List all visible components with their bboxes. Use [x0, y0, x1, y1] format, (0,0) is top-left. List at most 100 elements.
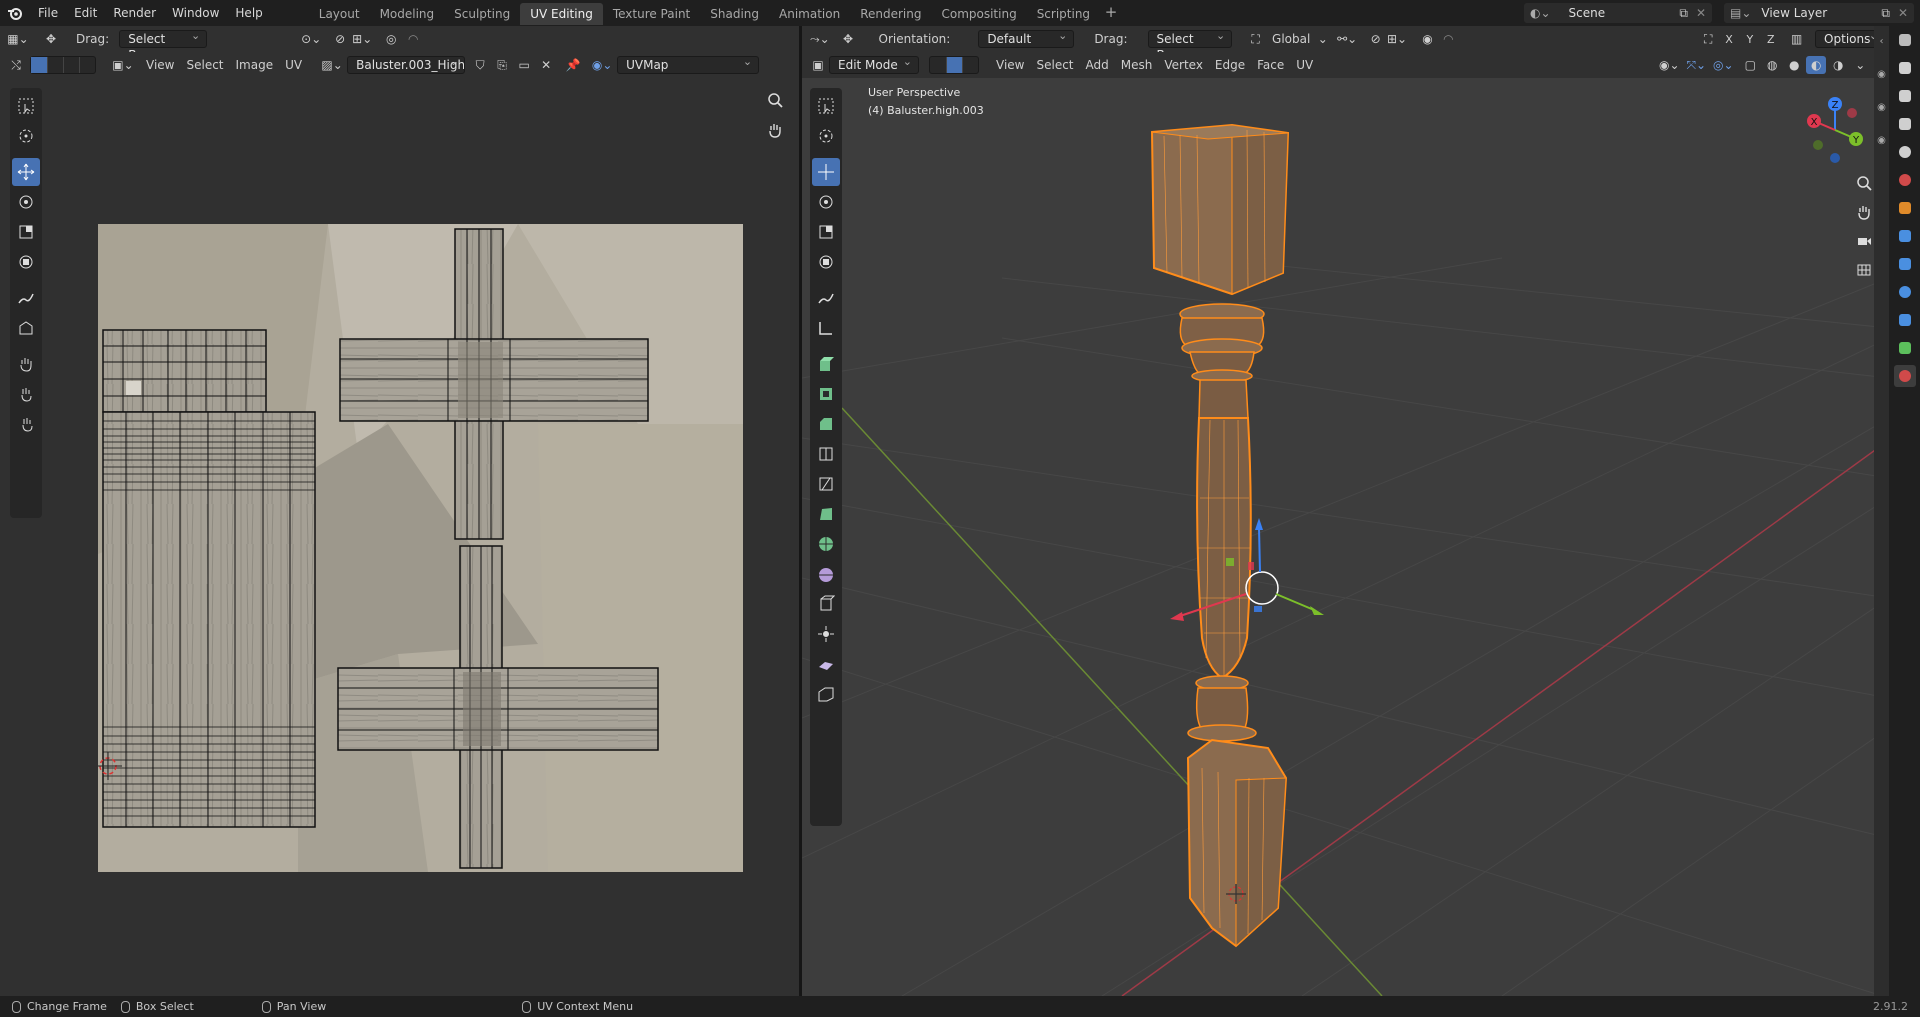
move-tool-icon[interactable]: [812, 158, 840, 186]
menu-view[interactable]: View: [990, 58, 1030, 72]
tab-compositing[interactable]: Compositing: [931, 3, 1026, 25]
view-layer-selector[interactable]: ▤⌄ View Layer ⧉ ✕: [1724, 3, 1914, 23]
pin-icon[interactable]: 📌: [563, 56, 583, 74]
pivot-point-icon[interactable]: ⚯⌄: [1337, 30, 1357, 48]
uv-island-shaft[interactable]: [102, 411, 316, 828]
uv-island-base-top[interactable]: [102, 329, 267, 413]
visibility-icon[interactable]: ◉: [1874, 135, 1889, 146]
viewport-scene[interactable]: [802, 78, 1889, 996]
relax-tool-icon[interactable]: [12, 380, 40, 408]
mirror-x-button[interactable]: X: [1720, 30, 1739, 48]
snap-increment-icon[interactable]: ⊞⌄: [1387, 30, 1407, 48]
face-select-icon[interactable]: [962, 57, 978, 73]
menu-mesh[interactable]: Mesh: [1115, 58, 1159, 72]
tab-modeling[interactable]: Modeling: [370, 3, 445, 25]
cursor-tool-icon[interactable]: [812, 122, 840, 150]
transform-orientation-dropdown[interactable]: Global: [1266, 32, 1312, 46]
uv-sync-selection-icon[interactable]: ⤭: [6, 56, 26, 74]
edge-slide-tool-icon[interactable]: [812, 590, 840, 618]
menu-help[interactable]: Help: [227, 0, 270, 26]
uv-select-mode[interactable]: [30, 56, 96, 74]
add-workspace-icon[interactable]: +: [1100, 1, 1122, 25]
menu-file[interactable]: File: [30, 0, 66, 26]
shading-wireframe-icon[interactable]: ◍: [1762, 56, 1782, 74]
select-vertex-icon[interactable]: [31, 57, 47, 73]
menu-view[interactable]: View: [140, 58, 180, 72]
tab-uv-editing[interactable]: UV Editing: [520, 3, 603, 25]
menu-render[interactable]: Render: [105, 0, 164, 26]
shading-material-icon[interactable]: ◐: [1806, 56, 1827, 74]
view-layer-properties-icon[interactable]: [1894, 113, 1916, 135]
transform-tool-icon[interactable]: [812, 248, 840, 276]
rip-region-tool-icon[interactable]: [812, 680, 840, 708]
mirror-icon[interactable]: ⛶: [1699, 30, 1718, 48]
inset-tool-icon[interactable]: [812, 380, 840, 408]
menu-image[interactable]: Image: [230, 58, 280, 72]
menu-edge[interactable]: Edge: [1209, 58, 1251, 72]
shading-options-icon[interactable]: ⌄: [1850, 56, 1870, 74]
sticky-select-icon[interactable]: ▣⌄: [112, 56, 133, 74]
image-browse-icon[interactable]: ▨⌄: [321, 56, 342, 74]
chevron-down-icon[interactable]: ⌄: [1313, 30, 1332, 48]
shear-tool-icon[interactable]: [812, 650, 840, 678]
select-edge-icon[interactable]: [47, 57, 63, 73]
edge-select-icon[interactable]: [946, 57, 962, 73]
delete-scene-icon[interactable]: ✕: [1696, 6, 1706, 20]
menu-window[interactable]: Window: [164, 0, 227, 26]
particles-properties-icon[interactable]: [1894, 253, 1916, 275]
snap-increment-icon[interactable]: ⊞⌄: [352, 30, 372, 48]
fake-user-icon[interactable]: ⛉: [470, 56, 490, 74]
editor-type-icon[interactable]: ⤳⌄: [810, 30, 830, 48]
move-tool-icon[interactable]: ✥: [41, 30, 61, 48]
transform-orientation-icon[interactable]: ⛶: [1246, 30, 1265, 48]
extrude-tool-icon[interactable]: [812, 350, 840, 378]
menu-face[interactable]: Face: [1251, 58, 1290, 72]
spin-tool-icon[interactable]: [812, 530, 840, 558]
tab-sculpting[interactable]: Sculpting: [444, 3, 520, 25]
tab-texture-paint[interactable]: Texture Paint: [603, 3, 700, 25]
grab-tool-icon[interactable]: [12, 350, 40, 378]
menu-add[interactable]: Add: [1080, 58, 1115, 72]
uv-canvas[interactable]: [98, 224, 743, 872]
navigation-gizmo[interactable]: Z Y X: [1792, 90, 1872, 170]
menu-select[interactable]: Select: [180, 58, 229, 72]
perspective-toggle-icon[interactable]: [1852, 258, 1876, 282]
tab-scripting[interactable]: Scripting: [1027, 3, 1100, 25]
xray-toggle-icon[interactable]: ▢: [1740, 56, 1760, 74]
physics-properties-icon[interactable]: [1894, 281, 1916, 303]
pivot-icon[interactable]: ⊙⌄: [301, 30, 321, 48]
orientation-dropdown[interactable]: Default: [978, 28, 1075, 48]
render-properties-icon[interactable]: [1894, 57, 1916, 79]
zoom-icon[interactable]: [763, 88, 787, 112]
modifier-properties-icon[interactable]: [1894, 225, 1916, 247]
select-box-tool-icon[interactable]: [12, 92, 40, 120]
tab-layout[interactable]: Layout: [309, 3, 370, 25]
proportional-edit-icon[interactable]: ◎: [381, 30, 401, 48]
editor-type-icon[interactable]: ▦⌄: [7, 30, 28, 48]
new-image-icon[interactable]: ⎘: [492, 56, 512, 74]
world-properties-icon[interactable]: [1894, 169, 1916, 191]
drag-select-dropdown[interactable]: Select Box: [1147, 28, 1233, 62]
loop-cut-tool-icon[interactable]: [812, 440, 840, 468]
data-properties-icon[interactable]: [1894, 337, 1916, 359]
poly-build-tool-icon[interactable]: [812, 500, 840, 528]
mirror-y-button[interactable]: Y: [1740, 30, 1759, 48]
overlay-toggle-icon[interactable]: ◎⌄: [1713, 56, 1734, 74]
scene-properties-icon[interactable]: [1894, 141, 1916, 163]
unlink-image-icon[interactable]: ✕: [536, 56, 556, 74]
gizmo-toggle-icon[interactable]: ⤧⌄: [1686, 56, 1706, 74]
drag-select-dropdown[interactable]: Select Box: [119, 28, 208, 62]
scale-tool-icon[interactable]: [812, 218, 840, 246]
open-image-icon[interactable]: ▭: [514, 56, 534, 74]
pan-hand-icon[interactable]: [1852, 200, 1876, 224]
tool-settings-icon[interactable]: [1894, 29, 1916, 51]
mode-dropdown[interactable]: Edit Mode: [829, 54, 919, 74]
zoom-icon[interactable]: [1852, 171, 1876, 195]
uvmap-field[interactable]: UVMap: [617, 54, 760, 74]
object-properties-icon[interactable]: [1894, 197, 1916, 219]
move-tool-icon[interactable]: ✥: [839, 30, 858, 48]
baluster-mesh[interactable]: [1150, 123, 1290, 948]
knife-tool-icon[interactable]: [812, 470, 840, 498]
smooth-tool-icon[interactable]: [812, 560, 840, 588]
falloff-icon[interactable]: ◠: [1439, 30, 1458, 48]
